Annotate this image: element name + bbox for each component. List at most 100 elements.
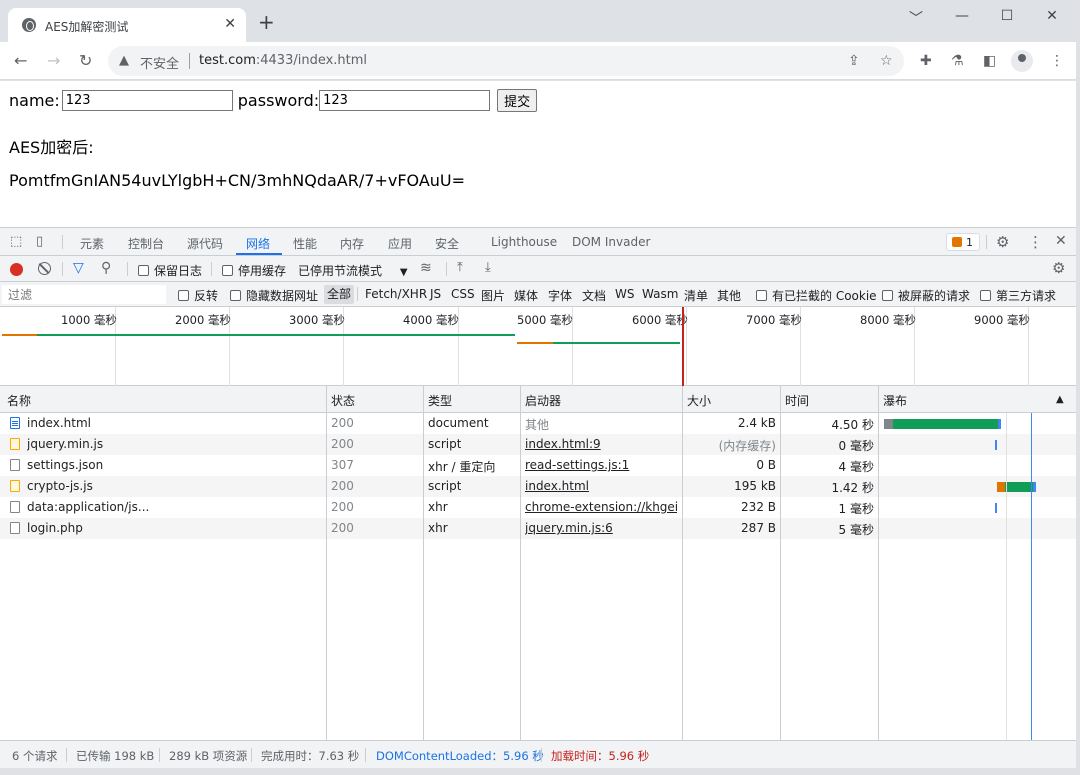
type-filter-ws[interactable]: WS — [615, 287, 634, 301]
filter-input[interactable] — [2, 285, 166, 304]
request-initiator[interactable]: chrome-extension://khgeik... — [525, 500, 677, 514]
type-filter-js[interactable]: JS — [430, 287, 441, 301]
request-row[interactable]: data:application/js... 200 xhr chrome-exten… — [0, 497, 1076, 518]
type-filter-font[interactable]: 字体 — [548, 287, 572, 304]
blocked-requests-checkbox[interactable]: 被屏蔽的请求 — [882, 287, 970, 304]
type-filter-other[interactable]: 其他 — [717, 287, 741, 304]
col-waterfall[interactable]: 瀑布 — [883, 392, 907, 409]
device-toggle-icon[interactable]: ▯ — [36, 234, 43, 249]
tab-console[interactable]: 控制台 — [128, 235, 164, 252]
throttling-select[interactable]: 已停用节流模式 ▼ — [298, 262, 408, 279]
tab-dom-invader[interactable]: DOM Invader — [572, 235, 650, 249]
tab-memory[interactable]: 内存 — [340, 235, 364, 252]
disable-cache-checkbox[interactable]: 停用缓存 — [222, 262, 286, 279]
tab-sources[interactable]: 源代码 — [187, 235, 223, 252]
profile-icon[interactable] — [1011, 50, 1033, 72]
request-time: 1.42 秒 — [831, 481, 874, 495]
share-icon[interactable]: ⇪ — [848, 53, 860, 69]
type-filter-fetch[interactable]: Fetch/XHR — [365, 287, 427, 301]
request-row[interactable]: crypto-js.js 200 script index.html 195 kB 1.4… — [0, 476, 1076, 497]
type-filter-all[interactable]: 全部 — [324, 285, 355, 304]
forward-button[interactable]: → — [47, 51, 60, 70]
settings-gear-icon[interactable]: ⚙ — [996, 233, 1009, 251]
maximize-button[interactable]: ☐ — [997, 8, 1017, 24]
address-bar[interactable]: ▲ 不安全 test.com:4433/index.html ⇪ ☆ — [108, 46, 904, 76]
tab-network[interactable]: 网络 — [246, 235, 270, 252]
request-initiator[interactable]: read-settings.js:1 — [525, 458, 677, 472]
security-label[interactable]: 不安全 — [140, 53, 179, 72]
col-name[interactable]: 名称 — [7, 392, 31, 409]
request-status: 200 — [331, 521, 354, 535]
export-har-icon[interactable]: ⤓ — [485, 260, 491, 275]
type-filter-manifest[interactable]: 清单 — [684, 287, 708, 304]
request-name[interactable]: data:application/js... — [27, 500, 323, 514]
tab-search-icon[interactable]: ﹀ — [906, 8, 926, 28]
reload-button[interactable]: ↻ — [79, 51, 92, 70]
wifi-conditions-icon[interactable]: ≋ — [420, 260, 432, 276]
request-initiator[interactable]: index.html — [525, 479, 677, 493]
more-options-icon[interactable]: ⋮ — [1028, 233, 1043, 251]
request-name[interactable]: settings.json — [27, 458, 323, 472]
tab-lighthouse[interactable]: Lighthouse — [491, 235, 557, 249]
type-filter-doc[interactable]: 文档 — [582, 287, 606, 304]
lab-icon[interactable]: ⚗ — [951, 53, 964, 69]
clear-icon[interactable] — [38, 262, 51, 275]
type-filter-wasm[interactable]: Wasm — [642, 287, 678, 301]
preserve-log-checkbox[interactable]: 保留日志 — [138, 262, 202, 279]
star-icon[interactable]: ☆ — [880, 53, 893, 69]
request-row[interactable]: login.php 200 xhr jquery.min.js:6 287 B 5 毫秒 — [0, 518, 1076, 539]
close-devtools-icon[interactable]: ✕ — [1055, 233, 1067, 249]
overview-tick: 1000 毫秒 — [61, 313, 117, 327]
tab-elements[interactable]: 元素 — [80, 235, 104, 252]
filter-icon[interactable]: ▽ — [73, 260, 84, 276]
request-row[interactable]: index.html 200 document 其他 2.4 kB 4.50 秒 — [0, 413, 1076, 434]
invert-checkbox[interactable]: 反转 — [178, 287, 218, 304]
blocked-cookies-checkbox[interactable]: 有已拦截的 Cookie — [756, 287, 877, 304]
minimize-button[interactable]: — — [952, 8, 972, 24]
extensions-icon[interactable]: ✚ — [920, 53, 932, 69]
type-filter-media[interactable]: 媒体 — [514, 287, 538, 304]
request-status: 200 — [331, 500, 354, 514]
inspect-icon[interactable]: ⬚ — [10, 234, 22, 249]
request-name[interactable]: crypto-js.js — [27, 479, 323, 493]
type-filter-img[interactable]: 图片 — [481, 287, 505, 304]
request-row[interactable]: settings.json 307 xhr / 重定向 read-settings.j… — [0, 455, 1076, 476]
browser-tab[interactable]: AES加解密测试 ✕ — [8, 8, 246, 42]
col-type[interactable]: 类型 — [428, 392, 452, 409]
tab-application[interactable]: 应用 — [388, 235, 412, 252]
tab-security[interactable]: 安全 — [435, 235, 459, 252]
record-button[interactable] — [10, 263, 23, 276]
warning-icon[interactable]: ▲ — [119, 53, 129, 68]
issues-badge[interactable]: 1 — [946, 233, 980, 251]
network-overview[interactable]: 1000 毫秒 2000 毫秒 3000 毫秒 4000 毫秒 5000 毫秒 … — [0, 307, 1076, 386]
col-size[interactable]: 大小 — [687, 392, 711, 409]
back-button[interactable]: ← — [14, 51, 27, 70]
col-initiator[interactable]: 启动器 — [525, 392, 561, 409]
menu-icon[interactable]: ⋮ — [1050, 53, 1064, 69]
col-status[interactable]: 状态 — [331, 392, 355, 409]
tab-performance[interactable]: 性能 — [293, 235, 317, 252]
password-input[interactable] — [319, 90, 491, 111]
network-settings-icon[interactable]: ⚙ — [1052, 259, 1065, 277]
request-name[interactable]: jquery.min.js — [27, 437, 323, 451]
url-text[interactable]: test.com:4433/index.html — [199, 53, 367, 68]
request-initiator[interactable]: jquery.min.js:6 — [525, 521, 677, 535]
sort-arrow-icon[interactable]: ▲ — [1056, 394, 1064, 405]
close-window-button[interactable]: ✕ — [1042, 8, 1062, 24]
request-name[interactable]: index.html — [27, 416, 323, 430]
name-input[interactable] — [61, 90, 233, 111]
new-tab-button[interactable]: + — [258, 12, 275, 32]
import-har-icon[interactable]: ⤒ — [457, 260, 463, 275]
search-icon[interactable]: ⚲ — [101, 260, 111, 276]
dom-content-loaded-time: DOMContentLoaded：5.96 秒 — [376, 749, 544, 763]
submit-button[interactable]: 提交 — [497, 89, 538, 112]
request-name[interactable]: login.php — [27, 521, 323, 535]
hide-data-urls-checkbox[interactable]: 隐藏数据网址 — [230, 287, 318, 304]
third-party-checkbox[interactable]: 第三方请求 — [980, 287, 1056, 304]
tab-close-icon[interactable]: ✕ — [224, 16, 236, 32]
col-time[interactable]: 时间 — [785, 392, 809, 409]
request-row[interactable]: jquery.min.js 200 script index.html:9 (内存缓存)… — [0, 434, 1076, 455]
request-initiator[interactable]: index.html:9 — [525, 437, 677, 451]
type-filter-css[interactable]: CSS — [451, 287, 475, 301]
sidepanel-icon[interactable]: ◧ — [983, 53, 996, 69]
